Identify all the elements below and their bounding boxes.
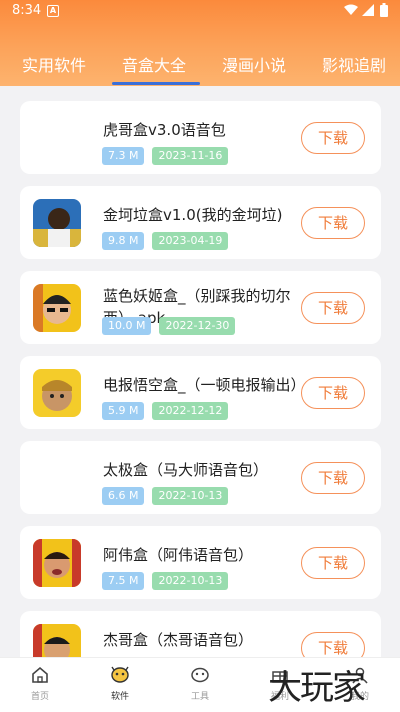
size-badge: 7.3 M [102, 147, 145, 165]
app-title: 阿伟盒（阿伟语音包） [103, 546, 254, 564]
active-tab-indicator [112, 82, 200, 85]
list-item[interactable]: 电报悟空盒_（一顿电报输出） 5.9 M 2022-12-12 下载 [20, 356, 381, 429]
software-icon [111, 666, 129, 683]
list-item[interactable]: 太极盒（马大师语音包） 6.6 M 2022-10-13 下载 [20, 441, 381, 514]
tab-utility-software[interactable]: 实用软件 [22, 52, 86, 76]
app-list[interactable]: 虎哥盒v3.0语音包 7.3 M 2023-11-16 下载 金坷垃盒v1.0(我… [0, 86, 400, 657]
list-item[interactable]: 杰哥盒（杰哥语音包） 下载 [20, 611, 381, 657]
app-title: 杰哥盒（杰哥语音包） [103, 631, 254, 649]
date-badge: 2022-10-13 [152, 487, 229, 505]
nav-label: 首页 [30, 692, 49, 702]
battery-icon [380, 3, 388, 17]
date-badge: 2022-10-13 [152, 572, 229, 590]
download-button[interactable]: 下载 [301, 292, 365, 324]
download-button[interactable]: 下载 [301, 207, 365, 239]
list-item[interactable]: 阿伟盒（阿伟语音包） 7.5 M 2022-10-13 下载 [20, 526, 381, 599]
size-badge: 9.8 M [102, 232, 145, 250]
date-badge: 2022-12-12 [152, 402, 229, 420]
wifi-icon [344, 4, 358, 15]
signal-icon [362, 4, 374, 16]
date-badge: 2022-12-30 [159, 317, 236, 335]
tools-icon [191, 667, 209, 683]
size-badge: 6.6 M [102, 487, 145, 505]
app-title: 虎哥盒v3.0语音包 [103, 121, 226, 139]
tab-sound-box[interactable]: 音盒大全 [122, 52, 186, 76]
status-time: 8:34 [12, 3, 42, 18]
list-item[interactable]: 虎哥盒v3.0语音包 7.3 M 2023-11-16 下载 [20, 101, 381, 174]
notification-icon: A [47, 5, 59, 17]
date-badge: 2023-04-19 [152, 232, 229, 250]
nav-tools[interactable]: 工具 [160, 658, 240, 712]
app-title: 金坷垃盒v1.0(我的金坷垃) [103, 206, 283, 224]
size-badge: 5.9 M [102, 402, 145, 420]
app-thumbnail [33, 454, 81, 502]
app-thumbnail [33, 539, 81, 587]
list-item[interactable]: 蓝色妖姬盒_（别踩我的切尔西）.apk... 10.0 M2022-12-30 … [20, 271, 381, 344]
nav-home[interactable]: 首页 [0, 658, 80, 712]
size-badge: 7.5 M [102, 572, 145, 590]
list-item[interactable]: 金坷垃盒v1.0(我的金坷垃) 9.8 M 2023-04-19 下载 [20, 186, 381, 259]
app-title: 太极盒（马大师语音包） [103, 461, 269, 479]
download-button[interactable]: 下载 [301, 632, 365, 657]
category-tabs: 实用软件 音盒大全 漫画小说 影视追剧 [0, 40, 400, 86]
tab-comics-novels[interactable]: 漫画小说 [222, 52, 286, 76]
nav-label: 软件 [110, 692, 129, 702]
tab-video-drama[interactable]: 影视追剧 [322, 52, 386, 76]
app-thumbnail [33, 284, 81, 332]
app-title: 电报悟空盒_（一顿电报输出） [103, 376, 306, 394]
app-thumbnail [33, 369, 81, 417]
download-button[interactable]: 下载 [301, 377, 365, 409]
size-badge: 10.0 M [102, 317, 152, 335]
download-button[interactable]: 下载 [301, 122, 365, 154]
app-thumbnail [33, 624, 81, 657]
date-badge: 2023-11-16 [152, 147, 229, 165]
status-bar: 8:34 A [0, 0, 400, 24]
download-button[interactable]: 下载 [301, 547, 365, 579]
app-thumbnail [33, 199, 81, 247]
header: 8:34 A 实用软件 音盒大全 漫画小说 影视追剧 [0, 0, 400, 86]
app-thumbnail [33, 114, 81, 162]
home-icon [32, 666, 48, 683]
nav-label: 工具 [190, 692, 209, 702]
nav-software[interactable]: 软件 [80, 658, 160, 712]
watermark-logo: 大玩家 [268, 668, 366, 708]
download-button[interactable]: 下载 [301, 462, 365, 494]
